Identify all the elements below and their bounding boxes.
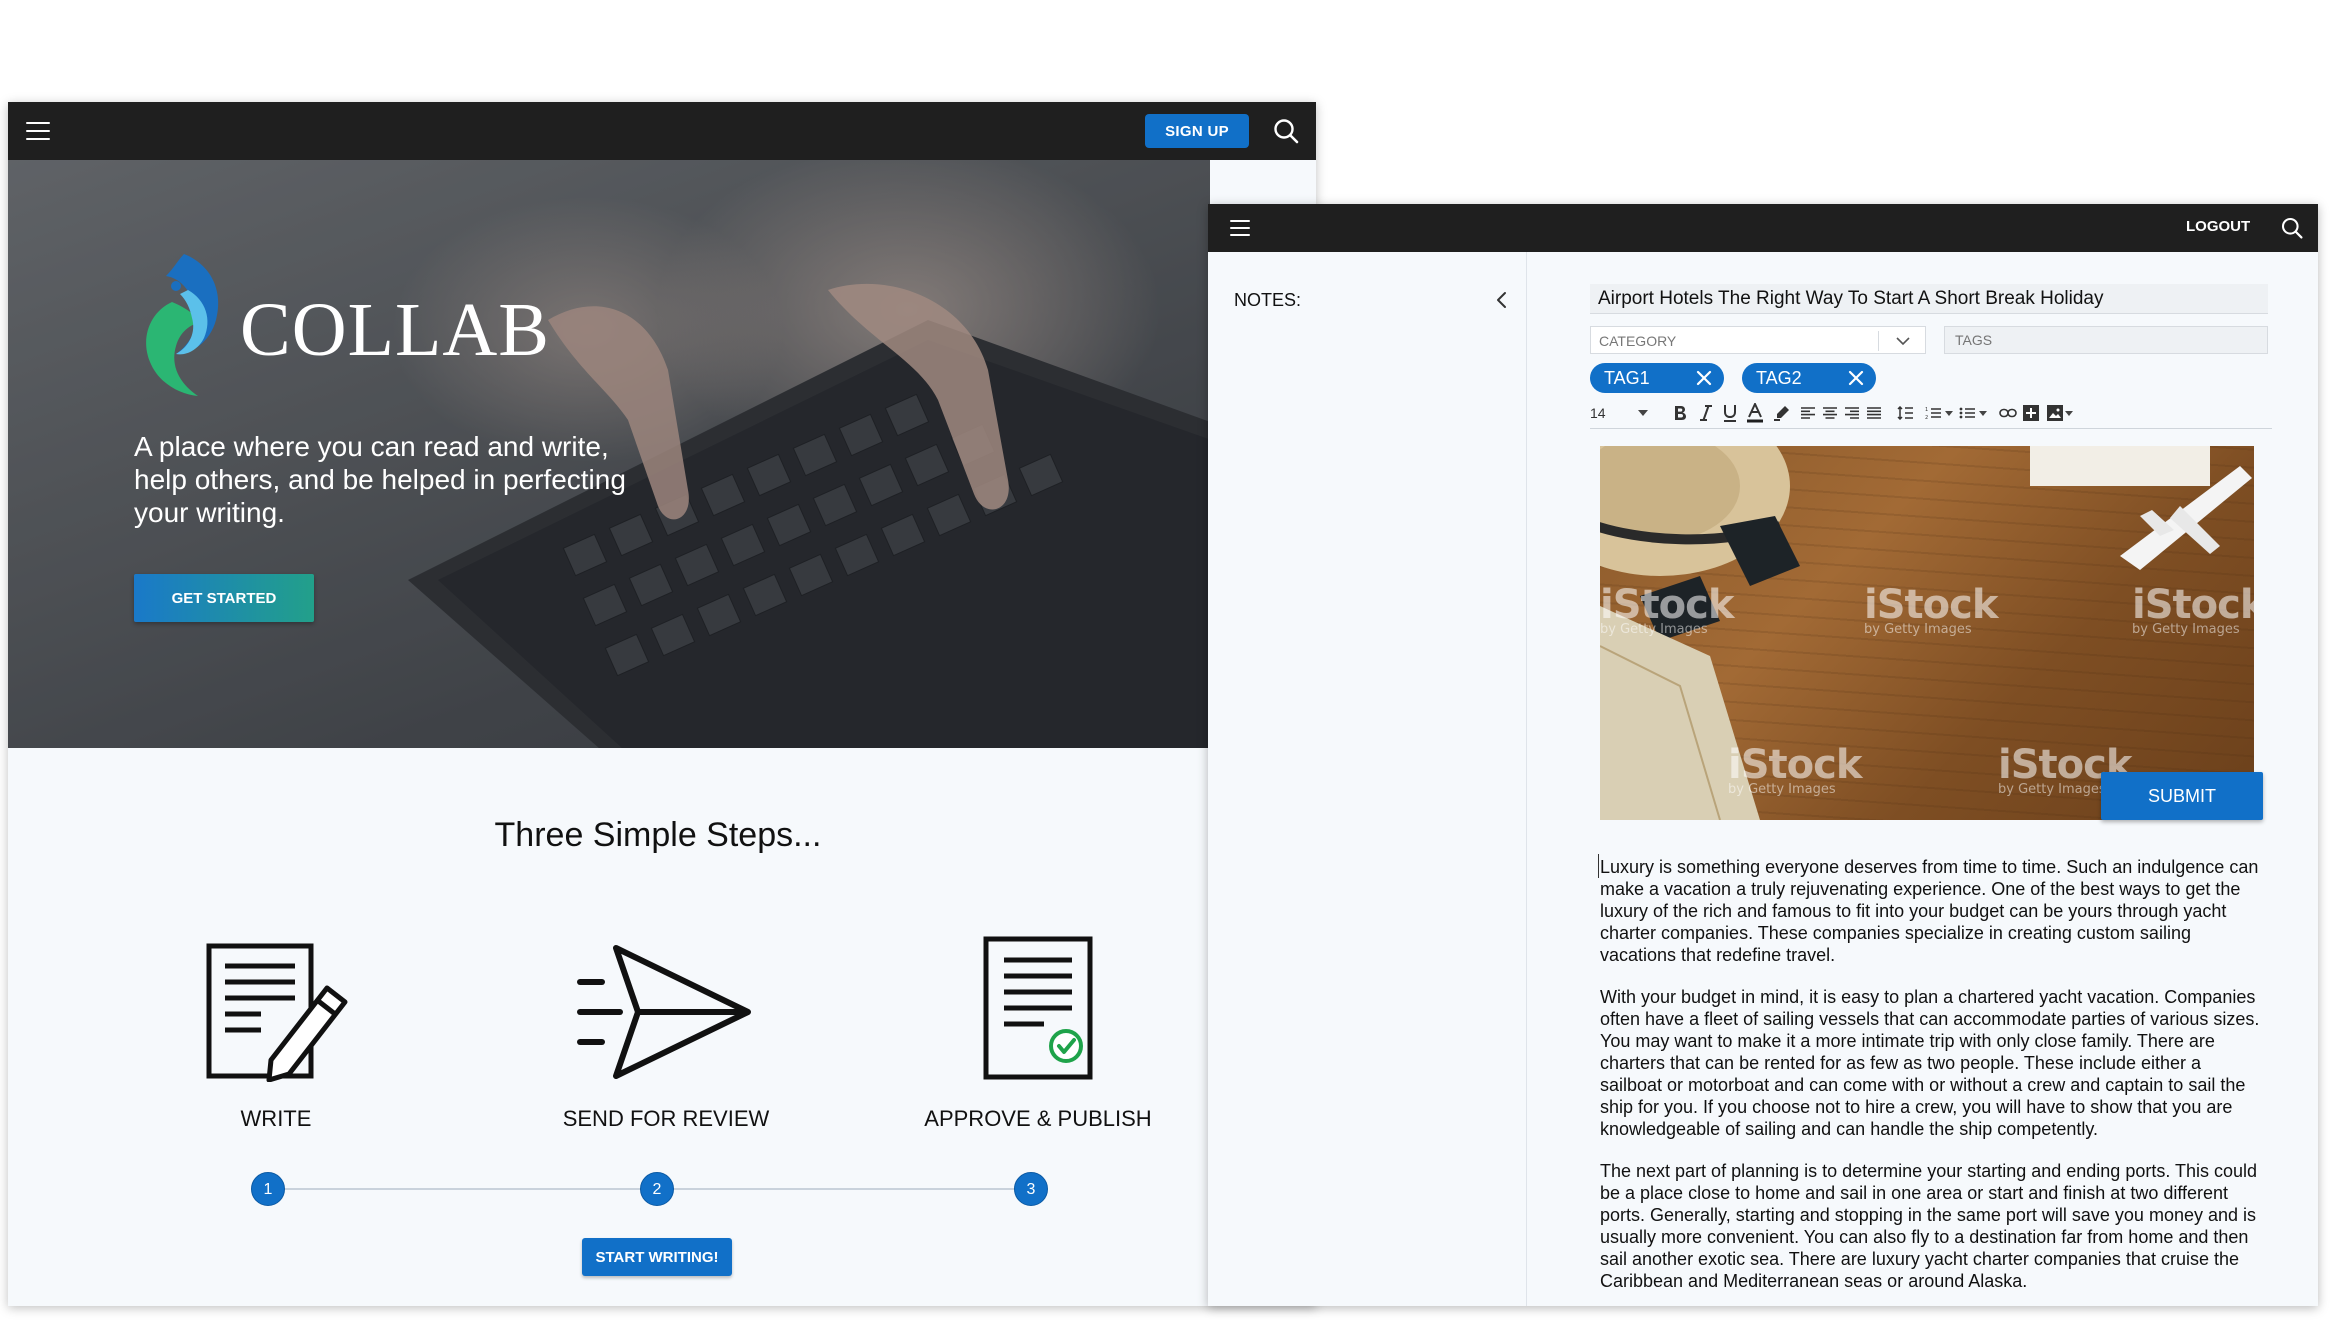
body-paragraph: Luxury is something everyone deserves fr… [1600,857,2259,965]
step-label: APPROVE & PUBLISH [924,1106,1152,1131]
align-left-icon[interactable] [1800,402,1816,424]
chevron-down-icon [1896,337,1910,346]
bullet-list-dropdown-icon[interactable] [1978,402,1988,424]
ordered-list-dropdown-icon[interactable] [1944,402,1954,424]
menu-icon[interactable] [1230,220,1250,236]
bullet-list-icon[interactable] [1958,402,1976,424]
sign-up-button[interactable]: SIGN UP [1145,114,1249,148]
steps-heading: Three Simple Steps... [494,816,822,854]
chevron-left-icon[interactable] [1492,290,1512,310]
link-icon[interactable] [1998,402,2018,424]
close-icon[interactable] [1848,370,1864,386]
hero-tagline: A place where you can read and write, he… [134,431,626,528]
tag-label: TAG1 [1604,368,1650,388]
underline-icon[interactable] [1720,402,1740,424]
ordered-list-icon[interactable]: 12 [1924,402,1942,424]
category-placeholder: CATEGORY [1599,333,1677,349]
search-icon[interactable] [2280,216,2304,240]
paper-plane-icon [577,945,751,1079]
hero-banner: COLLAB A place where you can read and wr… [8,160,1210,748]
font-color-icon[interactable] [1744,402,1766,424]
submit-button[interactable]: SUBMIT [2101,772,2263,820]
watermark: iStock by Getty Images [1600,582,1734,637]
tag-chip: TAG1 [1590,363,1724,393]
svg-text:1: 1 [1925,407,1928,413]
inserted-travel-image[interactable]: iStock by Getty Images iStock by Getty Ima… [1600,446,2254,820]
step-write: WRITE [126,934,426,1132]
insert-image-dropdown-icon[interactable] [2064,402,2074,424]
svg-text:2: 2 [1925,415,1928,420]
step-label: WRITE [240,1106,312,1131]
post-title-input[interactable] [1590,284,2268,314]
bold-icon[interactable] [1670,402,1690,424]
line-height-icon[interactable] [1896,402,1914,424]
start-writing-button[interactable]: START WRITING! [582,1238,732,1276]
search-icon[interactable] [1272,117,1300,145]
tag-chip: TAG2 [1742,363,1876,393]
align-center-icon[interactable] [1822,402,1838,424]
font-size-value[interactable]: 14 [1590,402,1606,424]
align-justify-icon[interactable] [1866,402,1882,424]
tag-label: TAG2 [1756,368,1802,388]
get-started-button[interactable]: GET STARTED [134,574,314,622]
editor-window: LOGOUT NOTES: CATEGORY TAG1 TAG2 14 [1208,204,2318,1306]
step-label: SEND FOR REVIEW [562,1106,770,1131]
insert-block-icon[interactable] [2022,402,2040,424]
editor-toolbar: 14 12 [1590,398,2272,429]
step-number-badge: 2 [640,1172,674,1206]
category-select[interactable]: CATEGORY [1590,326,1926,354]
document-pen-icon [206,943,348,1082]
collab-logo-icon [146,254,219,396]
step-number-badge: 3 [1014,1172,1048,1206]
select-separator [1878,331,1879,351]
menu-icon[interactable] [26,122,50,140]
editor-navbar: LOGOUT [1208,204,2318,252]
logout-button[interactable]: LOGOUT [2186,218,2250,235]
body-paragraph: With your budget in mind, it is easy to … [1600,987,2260,1139]
notes-label: NOTES: [1234,290,1302,310]
landing-window: SIGN UP COLLAB A place where you can rea… [8,102,1316,1306]
insert-image-icon[interactable] [2046,402,2064,424]
step-approve-publish: APPROVE & PUBLISH [888,934,1188,1132]
landing-navbar: SIGN UP [8,102,1316,160]
logo-text: COLLAB [240,288,550,372]
close-icon[interactable] [1696,370,1712,386]
watermark: iStock by Getty Images [1728,742,1862,797]
italic-icon[interactable] [1696,402,1716,424]
step-number-badge: 1 [251,1172,285,1206]
tags-input[interactable] [1944,326,2268,354]
align-right-icon[interactable] [1844,402,1860,424]
font-size-dropdown-icon[interactable] [1636,402,1650,424]
text-cursor [1598,854,1599,878]
notes-panel-divider [1526,252,1527,1306]
watermark: iStock by Getty Images [2132,582,2254,637]
document-check-icon [983,936,1093,1080]
watermark: iStock by Getty Images [1864,582,1998,637]
step-send-for-review: SEND FOR REVIEW [516,934,816,1132]
editor-body[interactable]: Luxury is something everyone deserves fr… [1600,856,2264,1306]
body-paragraph: The next part of planning is to determin… [1600,1161,2258,1291]
highlight-icon[interactable] [1772,402,1792,424]
